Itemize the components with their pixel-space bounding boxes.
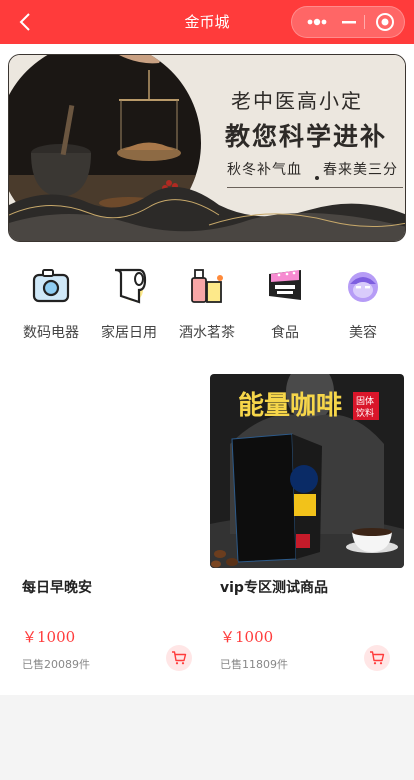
category-beauty[interactable]: 美容	[323, 262, 403, 352]
more-dots-icon[interactable]	[300, 7, 334, 37]
drink-bottle-icon	[187, 266, 227, 306]
banner-line-1: 老中医高小定	[231, 89, 363, 113]
category-label: 食品	[271, 325, 299, 341]
product-image-placeholder	[12, 374, 206, 568]
product-sold-count: 已售20089件	[22, 658, 90, 671]
banner-line-3b: 春来美三分	[323, 162, 398, 178]
svg-text:能量咖啡: 能量咖啡	[238, 390, 342, 421]
product-name: vip专区测试商品	[220, 580, 328, 596]
category-label: 酒水茗茶	[179, 325, 235, 341]
product-price: ￥1000	[22, 628, 76, 646]
product-name: 每日早晚安	[22, 580, 92, 596]
product-card[interactable]: 能量咖啡 固体 饮料 vip专区测试商品 ￥1000 已售11809件	[210, 374, 404, 674]
banner-line-2: 教您科学进补	[225, 122, 388, 151]
banner-line-3a: 秋冬补气血	[227, 162, 302, 178]
product-card[interactable]: 每日早晚安 ￥1000 已售20089件	[12, 374, 206, 674]
cart-icon	[172, 651, 187, 665]
snack-icon	[265, 266, 305, 306]
add-to-cart-button[interactable]	[166, 645, 192, 671]
category-row: 数码电器 家居日用 酒水茗茶 食品 美容	[0, 262, 414, 352]
add-to-cart-button[interactable]	[364, 645, 390, 671]
category-label: 数码电器	[23, 325, 79, 341]
product-price: ￥1000	[220, 628, 274, 646]
page-content: 老中医高小定 教您科学进补 秋冬补气血 春来美三分 数码电器 家居日用 酒水茗茶…	[0, 44, 414, 695]
product-sold-count: 已售11809件	[220, 658, 288, 671]
category-drinks[interactable]: 酒水茗茶	[167, 262, 247, 352]
mini-program-capsule	[291, 6, 405, 38]
capsule-divider	[364, 15, 365, 29]
tissue-roll-icon	[109, 266, 149, 306]
category-label: 家居日用	[101, 325, 157, 341]
category-home[interactable]: 家居日用	[89, 262, 169, 352]
close-target-icon[interactable]	[368, 7, 402, 37]
banner-dot	[315, 176, 319, 180]
svg-text:固体: 固体	[356, 395, 374, 407]
promo-banner[interactable]: 老中医高小定 教您科学进补 秋冬补气血 春来美三分	[8, 54, 406, 242]
category-food[interactable]: 食品	[245, 262, 325, 352]
category-digital[interactable]: 数码电器	[11, 262, 91, 352]
minimize-icon[interactable]	[335, 7, 363, 37]
product-image: 能量咖啡 固体 饮料	[210, 374, 404, 568]
top-nav-bar: 金币城	[0, 0, 414, 44]
category-label: 美容	[349, 325, 377, 341]
cart-icon	[370, 651, 385, 665]
banner-underline	[227, 187, 403, 188]
camera-icon	[31, 266, 71, 306]
svg-text:饮料: 饮料	[356, 407, 374, 419]
face-mask-icon	[343, 266, 383, 306]
